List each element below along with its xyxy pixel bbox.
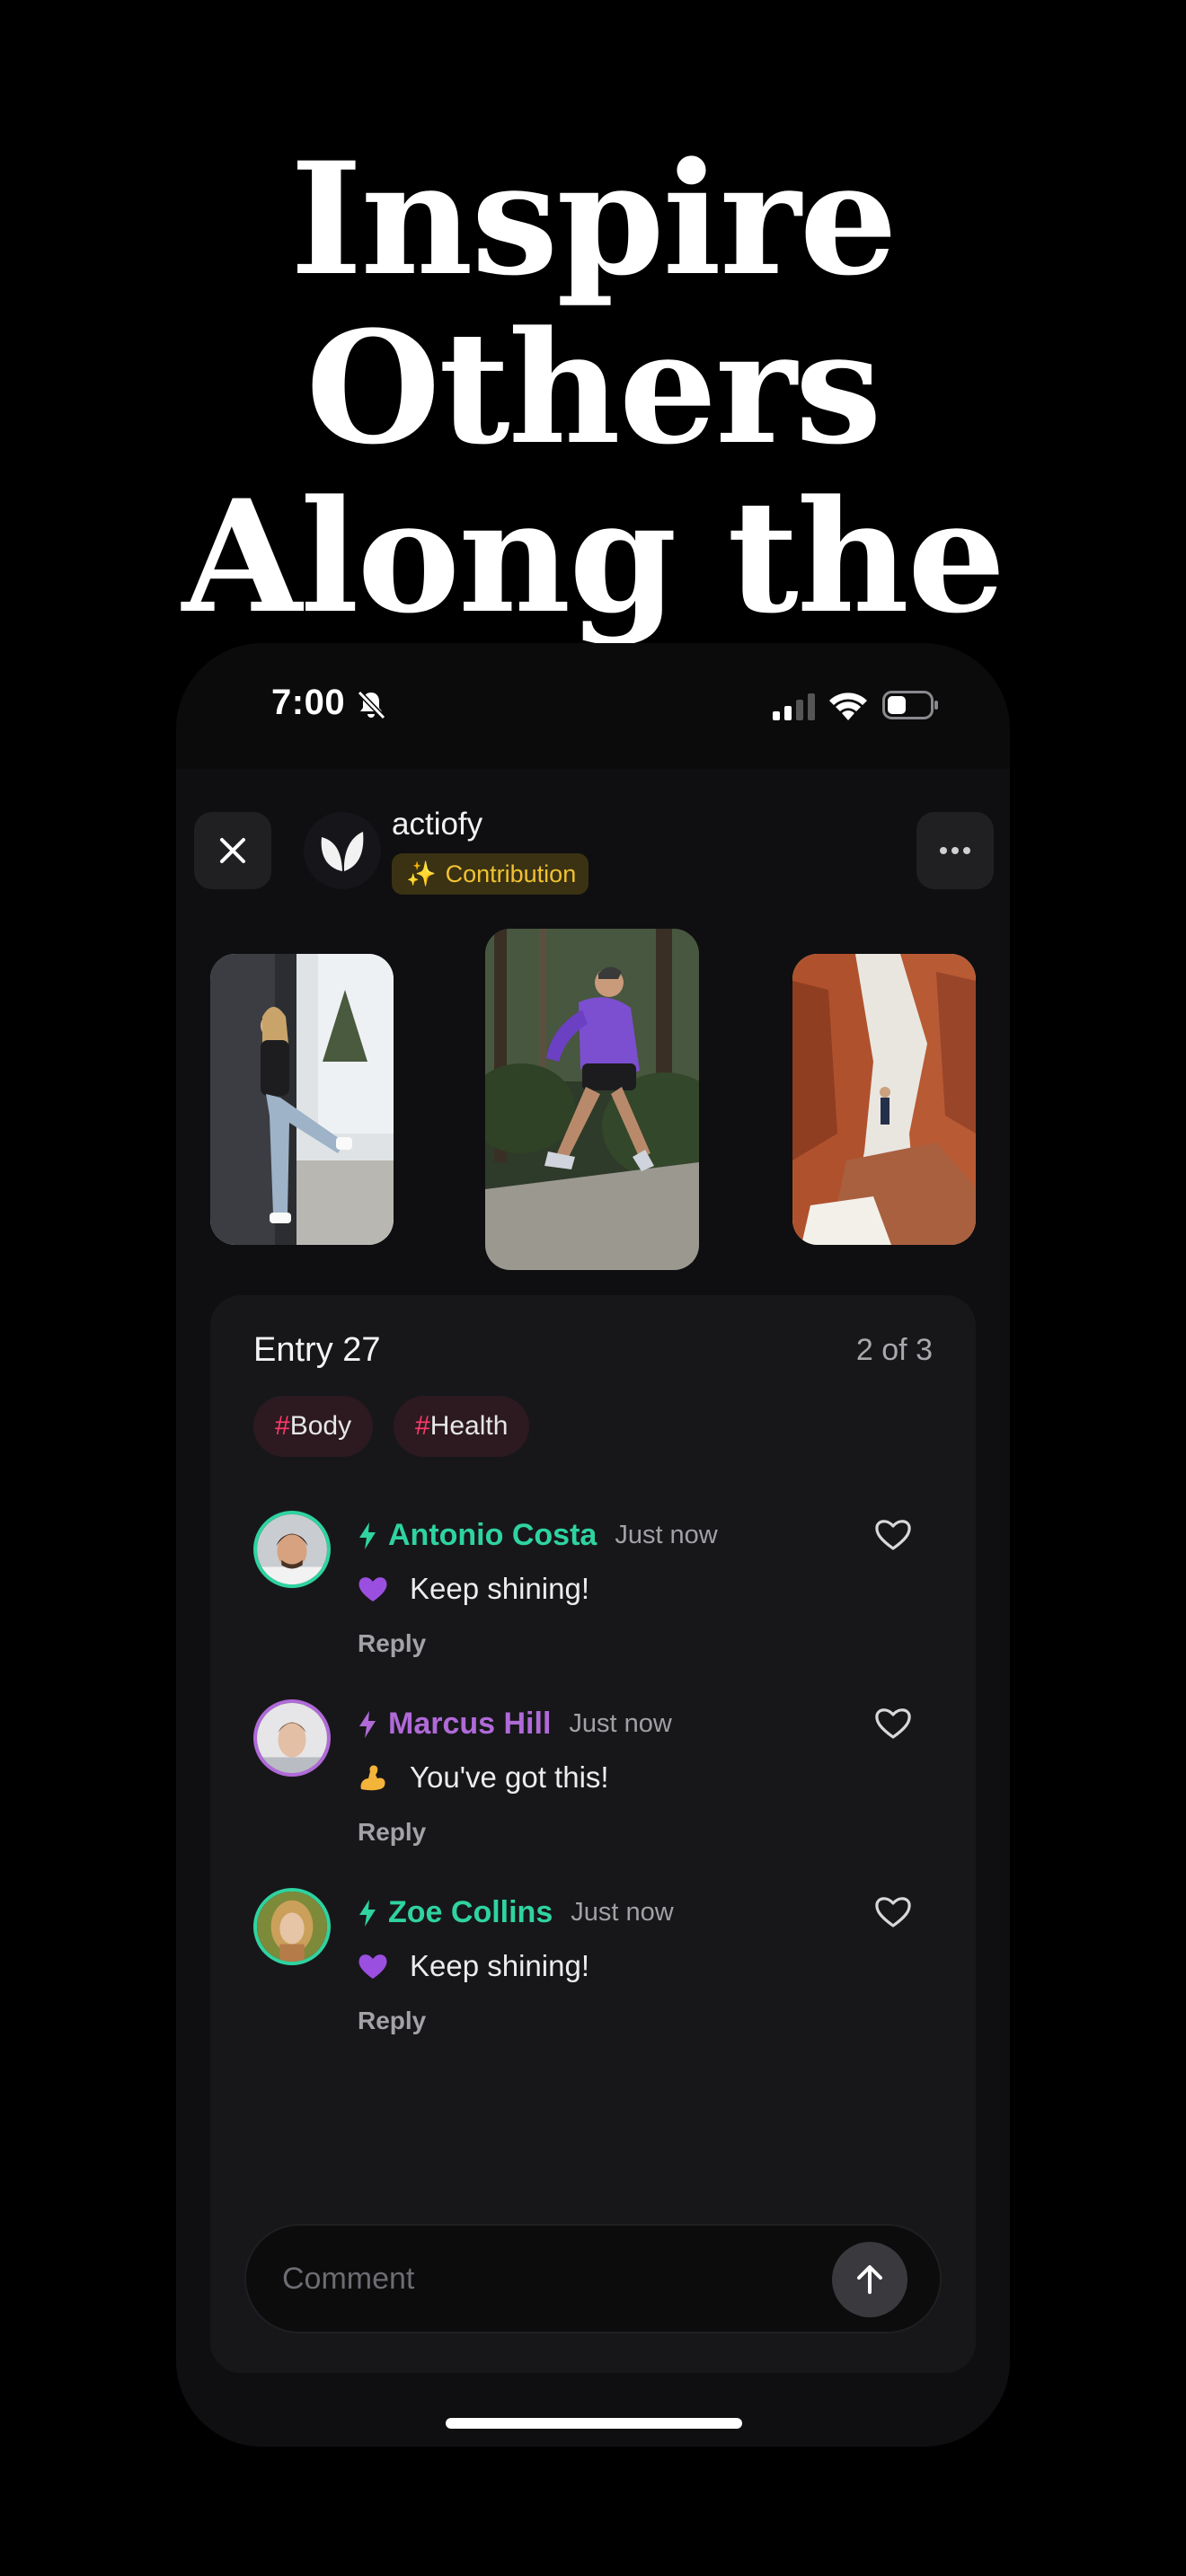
phone-mockup: 7:00 actiofy ✨ Contribution Entry 27 2 o…	[176, 643, 1010, 2447]
entry-screen: actiofy ✨ Contribution Entry 27 2 of 3 #…	[176, 769, 1010, 2447]
comment-item: Zoe Collins Just now Keep shining! Reply	[253, 1888, 936, 2059]
more-options-button[interactable]	[916, 812, 994, 889]
flexed-biceps-icon	[360, 1765, 385, 1791]
app-logo	[304, 812, 381, 889]
reply-button[interactable]: Reply	[358, 1629, 426, 1658]
comment-text: Keep shining!	[410, 1949, 589, 1982]
home-indicator[interactable]	[446, 2418, 742, 2429]
comment-time: Just now	[615, 1521, 718, 1549]
headline-line-1: Inspire Others	[290, 128, 898, 479]
sparkles-icon: ✨	[406, 860, 437, 887]
send-button[interactable]	[832, 2242, 907, 2317]
comment-placeholder: Comment	[282, 2262, 415, 2296]
avatar-marcus-image	[257, 1703, 327, 1773]
leaf-icon	[321, 832, 364, 871]
tag-health[interactable]: # Health	[394, 1396, 530, 1457]
silent-bell-icon	[357, 690, 386, 720]
tag-hash: #	[275, 1411, 290, 1441]
comment-author[interactable]: Marcus Hill	[388, 1707, 551, 1742]
comment-author[interactable]: Zoe Collins	[388, 1895, 553, 1930]
avatar[interactable]	[253, 1888, 331, 1965]
tag-hash: #	[415, 1411, 430, 1441]
comment-text: Keep shining!	[410, 1572, 589, 1605]
status-bar: 7:00	[176, 643, 1010, 769]
tag-body[interactable]: # Body	[253, 1396, 374, 1457]
photo-thumbnail-wall-pose[interactable]	[210, 954, 394, 1245]
purple-heart-icon	[358, 1954, 387, 1979]
close-icon	[220, 838, 245, 863]
woman-leaning-wall-image	[210, 954, 394, 1245]
contribution-badge: ✨ Contribution	[392, 853, 589, 895]
photo-thumbnail-canyon[interactable]	[792, 954, 976, 1245]
comment-item: Antonio Costa Just now Keep shining! Rep…	[253, 1511, 936, 1681]
entry-title: Entry 27	[253, 1331, 381, 1369]
status-time: 7:00	[271, 683, 346, 722]
close-button[interactable]	[194, 812, 271, 889]
comment-time: Just now	[571, 1898, 674, 1927]
like-heart-icon[interactable]	[873, 1705, 913, 1741]
comment-author[interactable]: Antonio Costa	[388, 1518, 597, 1553]
badge-label: Contribution	[445, 860, 577, 887]
tag-label: Health	[429, 1411, 509, 1441]
like-heart-icon[interactable]	[873, 1893, 913, 1929]
avatar[interactable]	[253, 1511, 331, 1588]
avatar[interactable]	[253, 1699, 331, 1777]
avatar-zoe-image	[257, 1892, 327, 1962]
avatar-antonio-image	[257, 1514, 327, 1584]
tag-label: Body	[289, 1411, 352, 1441]
battery-icon	[882, 691, 938, 719]
app-name: actiofy	[392, 807, 483, 842]
like-heart-icon[interactable]	[873, 1516, 913, 1552]
reply-button[interactable]: Reply	[358, 1818, 426, 1847]
purple-heart-icon	[358, 1577, 387, 1601]
comment-text: You've got this!	[410, 1760, 609, 1794]
bolt-icon	[359, 1899, 376, 1927]
bolt-icon	[359, 1522, 376, 1549]
photo-thumbnail-runner[interactable]	[485, 929, 699, 1270]
bolt-icon	[359, 1710, 376, 1738]
entry-card: Entry 27 2 of 3 # Body # Health Antonio …	[210, 1295, 976, 2373]
comment-item: Marcus Hill Just now You've got this! Re…	[253, 1699, 936, 1870]
cellular-signal-icon	[773, 693, 815, 720]
arrow-up-icon	[857, 2265, 882, 2294]
wifi-icon	[829, 693, 867, 720]
ellipsis-icon	[940, 847, 970, 854]
comment-time: Just now	[569, 1709, 672, 1738]
runner-in-forest-image	[485, 929, 699, 1270]
canyon-hiker-image	[792, 954, 976, 1245]
entry-count: 2 of 3	[855, 1333, 933, 1367]
reply-button[interactable]: Reply	[358, 2007, 426, 2035]
comment-input[interactable]: Comment	[244, 2224, 942, 2333]
